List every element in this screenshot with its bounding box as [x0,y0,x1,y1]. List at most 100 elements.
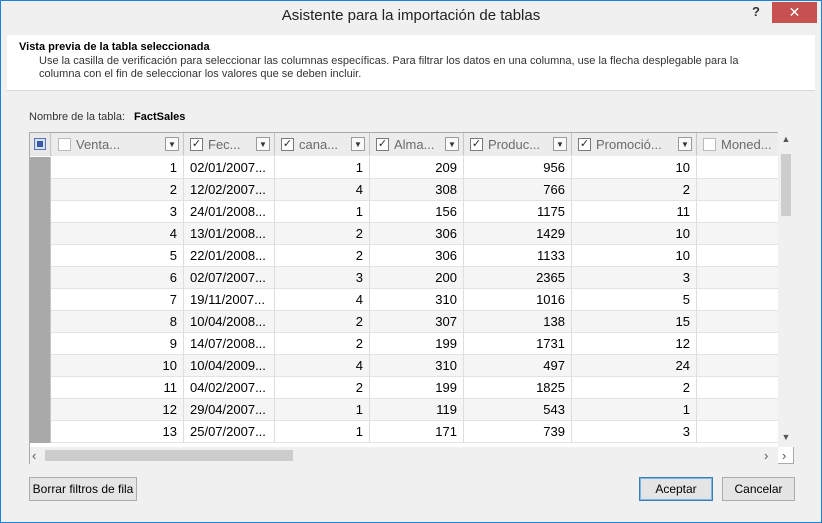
table-cell: 200 [370,267,464,289]
column-header-label: cana... [299,137,339,152]
table-cell: 11 [52,377,184,399]
table-cell: 199 [370,333,464,355]
table-cell: 156 [370,201,464,223]
table-cell: 4 [52,223,184,245]
table-cell: 8 [52,311,184,333]
row-selector[interactable] [30,333,51,355]
column-filter-dropdown-icon[interactable]: ▼ [445,137,459,151]
column-filter-dropdown-icon[interactable]: ▼ [678,137,692,151]
column-checkbox[interactable]: ✓ [470,138,483,151]
grid-header-row: Venta... ▼ ✓ Fec... ▼ ✓ cana... ▼ ✓ Alma... ▼ ✓ Prod… [30,133,793,156]
import-dialog: Asistente para la importación de tablas … [0,0,822,523]
table-row[interactable]: 810/04/2008...2307138151 [30,311,793,333]
table-row[interactable]: 914/07/2008...21991731121 [30,333,793,355]
table-cell: 4 [275,289,370,311]
row-selector[interactable] [30,377,51,399]
table-cell: 13 [52,421,184,443]
table-cell: 02/07/2007... [184,267,275,289]
column-header-label: Produc... [488,137,541,152]
table-cell: 10 [52,355,184,377]
cancel-button[interactable]: Cancelar [722,477,795,501]
table-cell: 1 [52,157,184,179]
column-header: Venta... ▼ [52,133,184,156]
scroll-left-icon[interactable]: ‹ [32,448,44,463]
table-row[interactable]: 602/07/2007...3200236531 [30,267,793,289]
scroll-up-icon[interactable]: ▲ [778,134,794,148]
scroll-right-icon[interactable]: › [764,448,776,463]
column-filter-dropdown-icon[interactable]: ▼ [165,137,179,151]
row-selector[interactable] [30,399,51,421]
table-cell: 24 [572,355,697,377]
table-cell: 766 [464,179,572,201]
title-bar: Asistente para la importación de tablas … [1,1,821,33]
table-cell: 12 [572,333,697,355]
table-cell: 7 [52,289,184,311]
select-all-icon [34,138,46,150]
column-header: ✓ Fec... ▼ [184,133,275,156]
table-cell: 15 [572,311,697,333]
column-checkbox[interactable]: ✓ [281,138,294,151]
row-selector[interactable] [30,157,51,179]
table-cell: 307 [370,311,464,333]
table-cell: 12/02/2007... [184,179,275,201]
table-cell: 13/01/2008... [184,223,275,245]
table-name-label: Nombre de la tabla: [29,111,125,123]
row-selector[interactable] [30,245,51,267]
column-checkbox[interactable]: ✓ [376,138,389,151]
column-filter-dropdown-icon[interactable]: ▼ [351,137,365,151]
column-header-label: Promoció... [596,137,662,152]
table-row[interactable]: 1010/04/2009...4310497241 [30,355,793,377]
table-cell: 10 [572,245,697,267]
horizontal-scrollbar[interactable]: ‹ › › [30,447,786,464]
table-row[interactable]: 1325/07/2007...117173931 [30,421,793,443]
table-row[interactable]: 324/01/2008...11561175111 [30,201,793,223]
clear-row-filters-button[interactable]: Borrar filtros de fila [29,477,137,501]
column-header: ✓ cana... ▼ [275,133,370,156]
table-row[interactable]: 1229/04/2007...111954311 [30,399,793,421]
help-button[interactable]: ? [746,3,766,25]
table-row[interactable]: 1104/02/2007...2199182521 [30,377,793,399]
table-cell: 2 [275,245,370,267]
table-row[interactable]: 212/02/2007...430876621 [30,179,793,201]
column-checkbox[interactable] [703,138,716,151]
table-cell: 25/07/2007... [184,421,275,443]
column-filter-dropdown-icon[interactable]: ▼ [553,137,567,151]
column-filter-dropdown-icon[interactable]: ▼ [256,137,270,151]
table-cell: 2 [275,377,370,399]
table-cell: 5 [52,245,184,267]
table-cell: 1429 [464,223,572,245]
row-selector[interactable] [30,223,51,245]
row-selector[interactable] [30,289,51,311]
table-cell: 1175 [464,201,572,223]
table-cell: 6 [52,267,184,289]
column-checkbox[interactable] [58,138,71,151]
table-row[interactable]: 522/01/2008...23061133101 [30,245,793,267]
vertical-scrollbar[interactable]: ▲ ▼ [778,132,794,447]
row-selector[interactable] [30,355,51,377]
table-row[interactable]: 719/11/2007...4310101651 [30,289,793,311]
row-selector[interactable] [30,267,51,289]
table-row[interactable]: 102/01/2007...1209956101 [30,157,793,179]
table-cell: 308 [370,179,464,201]
scroll-right-end-icon[interactable]: › [782,448,794,463]
column-checkbox[interactable]: ✓ [578,138,591,151]
table-cell: 10 [572,157,697,179]
select-all-cell[interactable] [30,133,51,156]
row-selector[interactable] [30,421,51,443]
horizontal-scroll-thumb[interactable] [45,450,293,461]
vertical-scroll-thumb[interactable] [781,154,791,216]
close-button[interactable]: ✕ [772,2,817,23]
row-selector[interactable] [30,201,51,223]
row-selector[interactable] [30,311,51,333]
table-cell: 739 [464,421,572,443]
table-cell: 11 [572,201,697,223]
table-cell: 1 [275,201,370,223]
header-description: Use la casilla de verificación para sele… [39,55,739,80]
table-cell: 24/01/2008... [184,201,275,223]
accept-button[interactable]: Aceptar [639,477,713,501]
scroll-down-icon[interactable]: ▼ [778,432,794,446]
table-row[interactable]: 413/01/2008...23061429101 [30,223,793,245]
row-selector[interactable] [30,179,51,201]
table-cell: 3 [52,201,184,223]
column-checkbox[interactable]: ✓ [190,138,203,151]
